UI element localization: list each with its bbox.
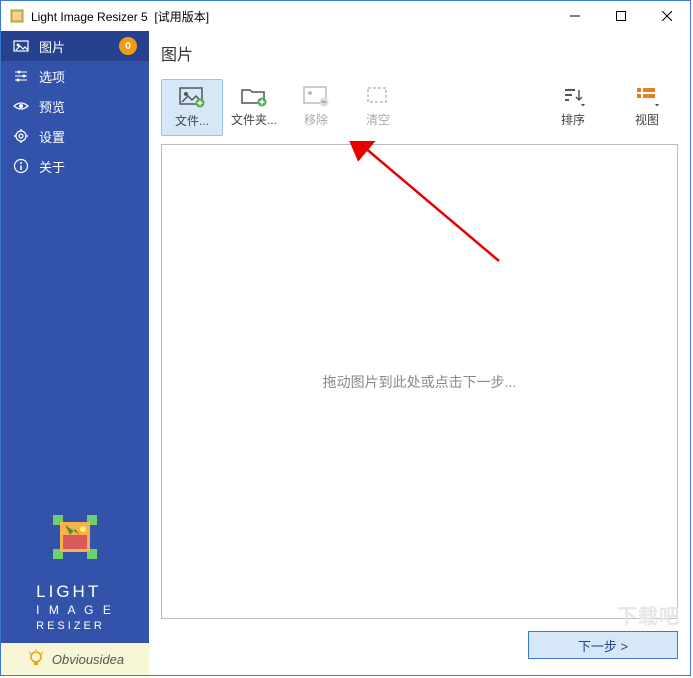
app-icon bbox=[9, 8, 25, 24]
add-folder-icon bbox=[240, 85, 268, 107]
window-controls bbox=[552, 1, 690, 31]
sidebar-item-options[interactable]: 选项 bbox=[1, 61, 149, 91]
remove-image-icon bbox=[302, 85, 330, 107]
sliders-icon bbox=[13, 68, 29, 84]
tool-label: 清空 bbox=[366, 111, 390, 128]
add-file-button[interactable]: 文件... bbox=[161, 79, 223, 136]
maximize-button[interactable] bbox=[598, 1, 644, 31]
app-window: Light Image Resizer 5 [试用版本] 图片 0 bbox=[0, 0, 691, 676]
info-icon bbox=[13, 158, 29, 174]
image-dropzone[interactable]: 拖动图片到此处或点击下一步... bbox=[161, 144, 678, 619]
clear-button[interactable]: 清空 bbox=[347, 79, 409, 134]
view-button[interactable]: 视图 bbox=[616, 79, 678, 134]
images-count-badge: 0 bbox=[119, 37, 137, 55]
sidebar-item-label: 图片 bbox=[39, 37, 65, 56]
tool-label: 移除 bbox=[304, 111, 328, 128]
sidebar-item-label: 选项 bbox=[39, 67, 65, 86]
view-icon bbox=[633, 85, 661, 107]
remove-button[interactable]: 移除 bbox=[285, 79, 347, 134]
app-logo-icon bbox=[45, 507, 105, 567]
tool-label: 文件夹... bbox=[231, 111, 277, 128]
app-logo-text: LIGHT I M A G E RESIZER bbox=[36, 581, 114, 633]
sidebar-footer[interactable]: Obviousidea bbox=[1, 643, 149, 675]
main-panel: 图片 文件... 文件夹... bbox=[149, 31, 690, 675]
minimize-button[interactable] bbox=[552, 1, 598, 31]
footer-brand-text: Obviousidea bbox=[52, 652, 124, 667]
sidebar-item-label: 设置 bbox=[39, 127, 65, 146]
images-icon bbox=[13, 38, 29, 54]
app-logo-block: LIGHT I M A G E RESIZER bbox=[1, 497, 149, 643]
eye-icon bbox=[13, 98, 29, 114]
titlebar: Light Image Resizer 5 [试用版本] bbox=[1, 1, 690, 31]
sort-button[interactable]: 排序 bbox=[542, 79, 604, 134]
tool-label: 视图 bbox=[635, 111, 659, 128]
bulb-icon bbox=[26, 648, 46, 671]
titlebar-title: Light Image Resizer 5 [试用版本] bbox=[31, 8, 552, 25]
sidebar-item-about[interactable]: 关于 bbox=[1, 151, 149, 181]
dropzone-hint: 拖动图片到此处或点击下一步... bbox=[323, 372, 517, 392]
clear-icon bbox=[364, 85, 392, 107]
page-title: 图片 bbox=[161, 41, 678, 65]
add-image-icon bbox=[178, 86, 206, 108]
add-folder-button[interactable]: 文件夹... bbox=[223, 79, 285, 134]
toolbar: 文件... 文件夹... 移除 bbox=[161, 79, 678, 136]
sidebar-spacer bbox=[1, 181, 149, 497]
footer-bar: 下一步 > bbox=[161, 627, 678, 663]
sidebar-item-settings[interactable]: 设置 bbox=[1, 121, 149, 151]
close-button[interactable] bbox=[644, 1, 690, 31]
app-body: 图片 0 选项 预览 设置 bbox=[1, 31, 690, 675]
next-button[interactable]: 下一步 > bbox=[528, 631, 678, 659]
sidebar-item-images[interactable]: 图片 0 bbox=[1, 31, 149, 61]
next-button-label: 下一步 > bbox=[578, 636, 628, 655]
gear-icon bbox=[13, 128, 29, 144]
tool-label: 文件... bbox=[175, 112, 209, 129]
tool-label: 排序 bbox=[561, 111, 585, 128]
sidebar-item-preview[interactable]: 预览 bbox=[1, 91, 149, 121]
sidebar: 图片 0 选项 预览 设置 bbox=[1, 31, 149, 675]
sort-icon bbox=[559, 85, 587, 107]
sidebar-item-label: 关于 bbox=[39, 157, 65, 176]
sidebar-item-label: 预览 bbox=[39, 97, 65, 116]
